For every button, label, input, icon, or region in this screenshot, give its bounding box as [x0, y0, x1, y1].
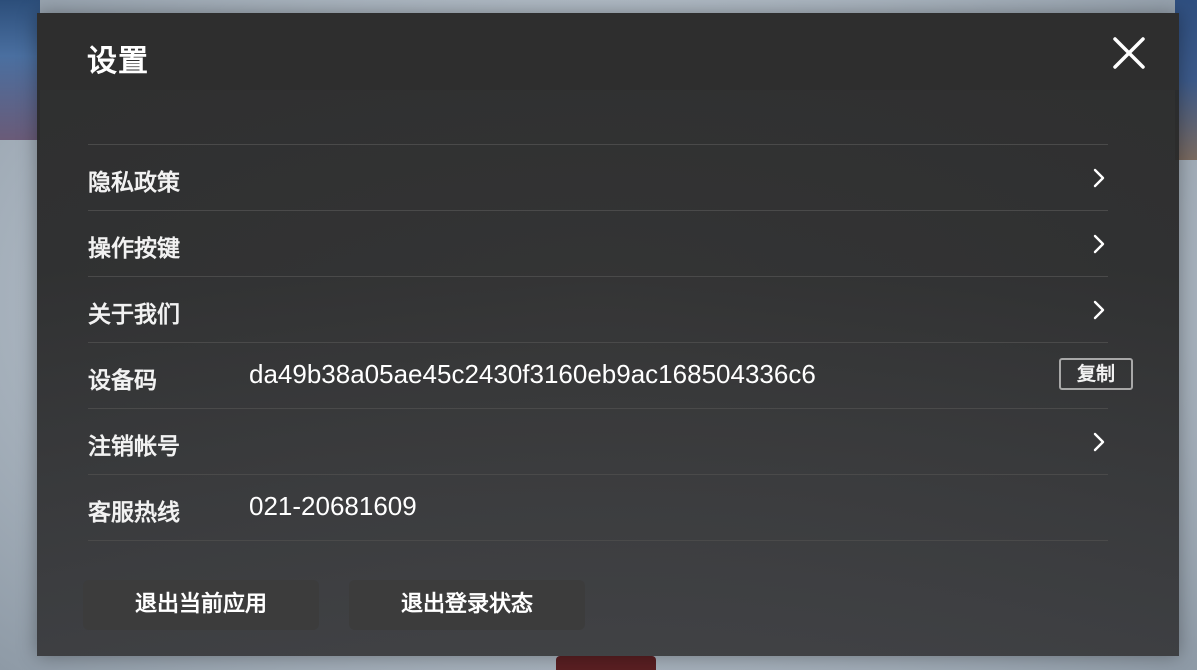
menu-item-label: 设备码: [88, 368, 157, 394]
settings-menu: 隐私政策 操作按键 关于我们 设备码 da49b38a05ae45c2430f3…: [88, 144, 1133, 541]
device-code-value: da49b38a05ae45c2430f3160eb9ac168504336c6: [249, 359, 816, 389]
menu-item-label: 客服热线: [88, 500, 180, 526]
menu-item-label: 隐私政策: [88, 170, 180, 196]
chevron-right-icon: [1093, 300, 1105, 320]
settings-dialog: 设置 隐私政策 操作按键 关于我们 设备码 da49b38a05ae45c243…: [37, 13, 1179, 656]
chevron-right-icon: [1093, 234, 1105, 254]
menu-item-privacy-policy[interactable]: 隐私政策: [88, 145, 1108, 211]
menu-item-device-code: 设备码 da49b38a05ae45c2430f3160eb9ac1685043…: [88, 343, 1133, 409]
menu-item-label: 操作按键: [88, 236, 180, 262]
chevron-right-icon: [1093, 168, 1105, 188]
exit-app-button[interactable]: 退出当前应用: [83, 580, 319, 630]
dialog-header: 设置: [37, 13, 1179, 90]
menu-item-controls[interactable]: 操作按键: [88, 211, 1108, 277]
copy-button[interactable]: 复制: [1059, 358, 1133, 390]
menu-item-delete-account[interactable]: 注销帐号: [88, 409, 1108, 475]
background-structure-left: [0, 0, 40, 140]
close-button[interactable]: [1111, 35, 1147, 71]
hotline-value: 021-20681609: [249, 491, 417, 521]
menu-item-hotline: 客服热线 021-20681609: [88, 475, 1108, 541]
chevron-right-icon: [1093, 432, 1105, 452]
menu-item-about-us[interactable]: 关于我们: [88, 277, 1108, 343]
dialog-title: 设置: [87, 44, 149, 79]
background-character: [556, 656, 656, 670]
menu-item-label: 注销帐号: [88, 434, 180, 460]
menu-item-label: 关于我们: [88, 302, 180, 328]
close-icon: [1113, 37, 1145, 69]
logout-button[interactable]: 退出登录状态: [349, 580, 585, 630]
